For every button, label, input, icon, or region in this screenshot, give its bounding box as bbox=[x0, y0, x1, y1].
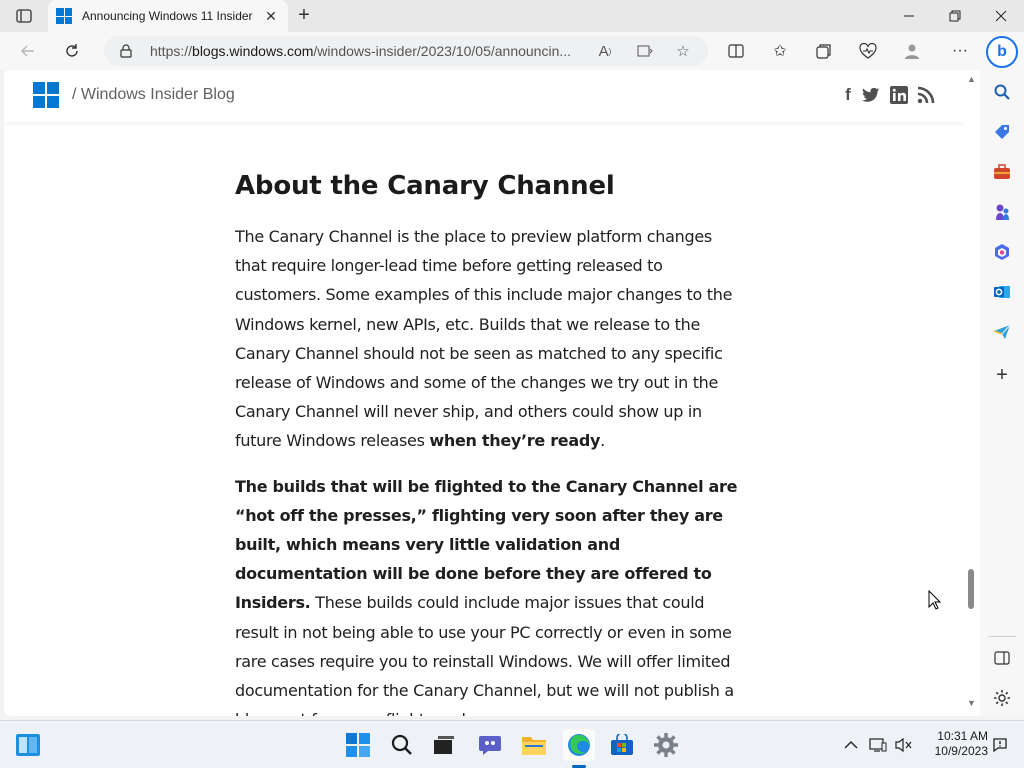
network-icon[interactable] bbox=[868, 735, 888, 755]
lock-icon[interactable] bbox=[118, 44, 134, 58]
copilot-icon[interactable]: b bbox=[986, 36, 1018, 68]
system-clock[interactable]: 10:31 AM 10/9/2023 bbox=[918, 729, 988, 759]
scroll-down-arrow-icon[interactable]: ▼ bbox=[967, 698, 976, 708]
tab-actions-icon[interactable] bbox=[8, 4, 40, 28]
search-icon[interactable] bbox=[990, 80, 1014, 104]
settings-gear-icon[interactable] bbox=[650, 729, 682, 761]
drop-send-icon[interactable] bbox=[990, 320, 1014, 344]
clock-date: 10/9/2023 bbox=[934, 744, 988, 758]
split-screen-icon[interactable] bbox=[724, 39, 748, 63]
microsoft-store-icon[interactable] bbox=[606, 729, 638, 761]
refresh-button[interactable] bbox=[58, 37, 86, 65]
tab-title: Announcing Windows 11 Insider bbox=[82, 9, 253, 23]
shopping-tag-icon[interactable] bbox=[990, 120, 1014, 144]
browser-toolbar: https://blogs.windows.com/windows-inside… bbox=[0, 32, 1024, 70]
facebook-icon[interactable]: f bbox=[838, 85, 858, 105]
teams-chat-icon[interactable] bbox=[474, 729, 506, 761]
web-page: / Windows Insider Blog f About the Canar… bbox=[4, 70, 964, 716]
tab-bar: Announcing Windows 11 Insider ✕ + bbox=[0, 0, 1024, 32]
favorite-star-icon[interactable]: ☆ bbox=[672, 41, 694, 61]
restore-button[interactable] bbox=[932, 0, 978, 32]
windows-logo-icon[interactable] bbox=[33, 82, 59, 108]
tools-briefcase-icon[interactable] bbox=[990, 160, 1014, 184]
read-aloud-icon[interactable]: A) bbox=[594, 41, 616, 61]
close-window-button[interactable] bbox=[978, 0, 1024, 32]
task-view-icon[interactable] bbox=[428, 729, 460, 761]
canary-paragraph: The Canary Channel is the place to previ… bbox=[235, 227, 733, 451]
address-bar[interactable]: https://blogs.windows.com/windows-inside… bbox=[104, 36, 708, 66]
twitter-icon[interactable] bbox=[861, 85, 881, 105]
edge-browser-icon[interactable] bbox=[563, 729, 595, 761]
minimize-button[interactable] bbox=[886, 0, 932, 32]
sidebar-settings-gear-icon[interactable] bbox=[990, 686, 1014, 710]
page-scrollbar[interactable] bbox=[964, 70, 980, 716]
notifications-icon[interactable] bbox=[990, 735, 1010, 755]
hide-sidebar-icon[interactable] bbox=[990, 646, 1014, 670]
volume-muted-icon[interactable] bbox=[894, 735, 914, 755]
collections-icon[interactable] bbox=[812, 39, 836, 63]
scrollbar-thumb[interactable] bbox=[968, 569, 974, 609]
article-body: About the Canary Channel The Canary Chan… bbox=[235, 166, 745, 716]
mouse-cursor-icon bbox=[928, 590, 942, 610]
windows-taskbar: 10:31 AM 10/9/2023 bbox=[0, 720, 1024, 768]
games-chess-icon[interactable] bbox=[990, 200, 1014, 224]
more-options-icon[interactable]: ··· bbox=[948, 39, 972, 63]
widgets-icon[interactable] bbox=[12, 729, 44, 761]
url-text[interactable]: https://blogs.windows.com/windows-inside… bbox=[150, 43, 582, 59]
back-button[interactable] bbox=[14, 37, 42, 65]
clock-time: 10:31 AM bbox=[937, 729, 988, 743]
favorites-icon[interactable]: ✩ bbox=[768, 39, 792, 63]
windows-favicon-icon bbox=[56, 8, 72, 24]
rss-icon[interactable] bbox=[916, 85, 936, 105]
site-header: / Windows Insider Blog f bbox=[4, 70, 964, 122]
file-explorer-icon[interactable] bbox=[518, 729, 550, 761]
outlook-icon[interactable] bbox=[990, 280, 1014, 304]
browser-essentials-icon[interactable] bbox=[856, 39, 880, 63]
add-sidebar-app-icon[interactable]: + bbox=[990, 363, 1014, 387]
immersive-reader-icon[interactable] bbox=[634, 41, 656, 61]
close-tab-icon[interactable]: ✕ bbox=[262, 8, 280, 25]
linkedin-icon[interactable] bbox=[889, 85, 909, 105]
profile-icon[interactable] bbox=[900, 39, 924, 63]
blog-breadcrumb[interactable]: / Windows Insider Blog bbox=[72, 86, 235, 104]
show-hidden-icons-chevron-icon[interactable] bbox=[841, 735, 861, 755]
scroll-up-arrow-icon[interactable]: ▲ bbox=[967, 74, 976, 84]
taskbar-search-icon[interactable] bbox=[386, 729, 418, 761]
edge-sidebar: + bbox=[980, 70, 1024, 716]
browser-tab[interactable]: Announcing Windows 11 Insider ✕ bbox=[48, 0, 288, 32]
start-button-icon[interactable] bbox=[342, 729, 374, 761]
sidebar-divider bbox=[988, 636, 1016, 637]
microsoft365-icon[interactable] bbox=[990, 240, 1014, 264]
builds-paragraph: The builds that will be flighted to the … bbox=[235, 476, 738, 716]
new-tab-button[interactable]: + bbox=[292, 4, 316, 28]
section-heading: About the Canary Channel bbox=[235, 171, 615, 201]
